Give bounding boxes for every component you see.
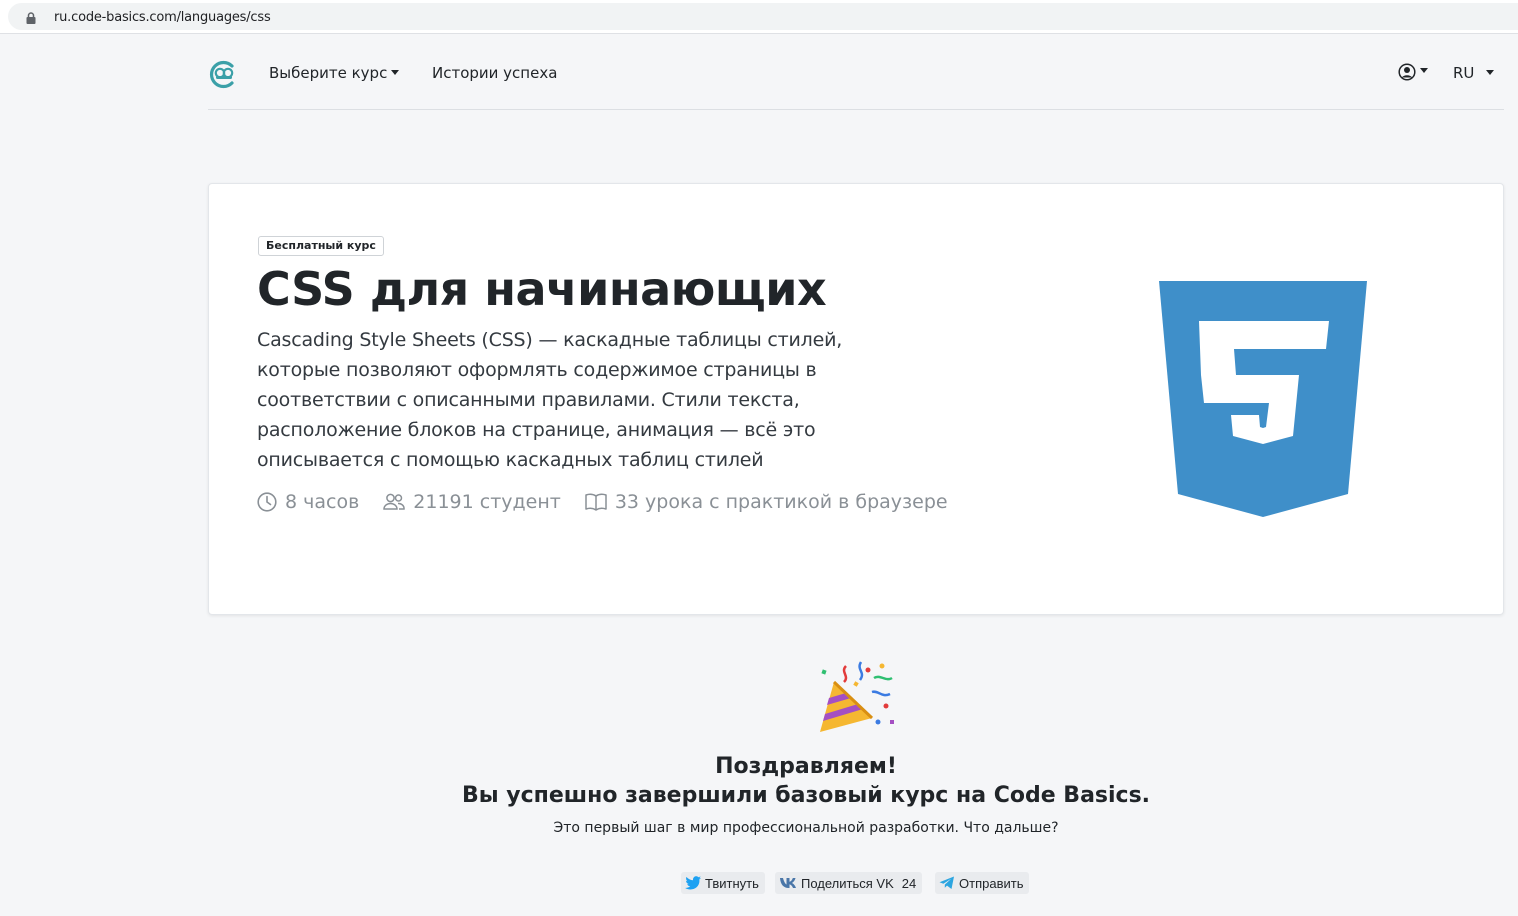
browser-address-bar: ru.code-basics.com/languages/css (0, 0, 1518, 34)
clock-icon (257, 492, 277, 512)
lessons-text: 33 урока с практикой в браузере (614, 491, 948, 513)
css3-logo (1159, 281, 1367, 517)
users-icon (383, 493, 406, 510)
stat-lessons: 33 урока с практикой в браузере (585, 491, 948, 513)
navbar: Выберите курс Истории успеха RU (208, 38, 1504, 110)
course-stats: 8 часов 21191 студент 33 урока с практик… (257, 491, 972, 513)
url-box[interactable]: ru.code-basics.com/languages/css (8, 3, 1518, 30)
party-popper-icon (820, 661, 894, 732)
stat-students: 21191 студент (383, 491, 561, 513)
telegram-icon (939, 876, 954, 889)
user-icon (1398, 63, 1416, 81)
share-vk-count: 24 (901, 875, 917, 891)
chevron-down-icon (1486, 70, 1495, 75)
duration-text: 8 часов (285, 491, 360, 513)
congrats-subheading: Вы успешно завершили базовый курс на Cod… (461, 783, 1151, 808)
nav-success-stories[interactable]: Истории успеха (432, 64, 557, 82)
nav-courses-label: Выберите курс (269, 64, 388, 82)
twitter-icon (685, 876, 701, 890)
stat-duration: 8 часов (257, 491, 359, 513)
chevron-down-icon (391, 70, 400, 75)
share-telegram-button[interactable]: Отправить (935, 872, 1030, 894)
user-menu-dropdown[interactable] (1398, 63, 1428, 83)
share-telegram-label: Отправить (959, 875, 1024, 891)
language-dropdown[interactable]: RU (1453, 64, 1495, 82)
url-text[interactable]: ru.code-basics.com/languages/css (54, 10, 271, 25)
course-description: Cascading Style Sheets (CSS) — каскадные… (257, 329, 843, 471)
vk-icon (780, 878, 796, 888)
book-icon (585, 493, 607, 511)
share-twitter-button[interactable]: Твитнуть (681, 872, 765, 894)
share-vk-label: Поделиться VK (801, 875, 894, 891)
lock-icon (26, 12, 36, 24)
code-basics-logo[interactable] (208, 58, 238, 90)
course-card: Бесплатный курс CSS для начинающих Casca… (208, 183, 1504, 615)
chevron-down-icon (1420, 68, 1428, 74)
free-course-badge: Бесплатный курс (258, 236, 384, 256)
congrats-text: Это первый шаг в мир профессиональной ра… (553, 820, 1059, 836)
share-twitter-label: Твитнуть (705, 875, 759, 891)
course-title: CSS для начинающих (257, 262, 827, 316)
share-vk-button[interactable]: Поделиться VK 24 (775, 872, 923, 894)
nav-courses-dropdown[interactable]: Выберите курс (269, 64, 400, 82)
congrats-heading: Поздравляем! (715, 754, 897, 779)
language-label: RU (1453, 64, 1475, 82)
students-text: 21191 студент (413, 491, 561, 513)
